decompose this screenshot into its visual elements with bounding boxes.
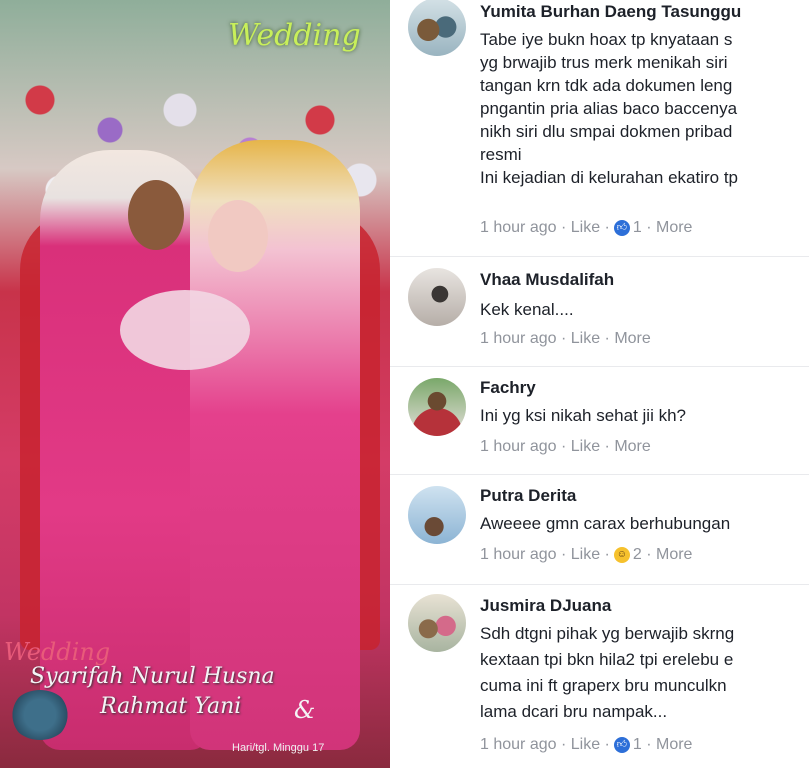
comment-line: nikh siri dlu smpai dokmen pribad [480, 122, 733, 141]
comment-line: Sdh dtgni pihak yg berwajib skrng [480, 624, 735, 643]
comment-meta: 1 hour ago · Like · 👍︎ 1 · More [480, 219, 693, 237]
commenter-name[interactable]: Jusmira DJuana [480, 596, 611, 616]
like-link[interactable]: Like [571, 736, 600, 754]
comments-panel: Yumita Burhan Daeng Tasunggu Tabe iye bu… [390, 0, 809, 768]
timestamp: 1 hour ago [480, 219, 557, 236]
comment-item: Putra Derita Aweeee gmn carax berhubunga… [390, 474, 809, 585]
like-reaction-icon: 👍︎ [613, 220, 630, 236]
wedding-subtitle: Wedding [4, 638, 111, 666]
comment-line: tangan krn tdk ada dokumen leng [480, 76, 733, 95]
avatar[interactable] [408, 486, 466, 544]
comment-line: Kek kenal.... [480, 300, 574, 319]
comment-meta: 1 hour ago · Like · More [480, 438, 651, 456]
bride-name: Syarifah Nurul Husna [30, 664, 275, 689]
reaction-count: 2 [632, 546, 642, 563]
like-link[interactable]: Like [571, 546, 600, 564]
avatar[interactable] [408, 268, 466, 326]
reaction-count: 1 [632, 219, 642, 236]
comment-line: pngantin pria alias baco baccenya [480, 99, 738, 118]
date-text: Hari/tgl. Minggu 17 [232, 742, 325, 754]
haha-reaction-icon: ☺︎ [613, 547, 630, 563]
like-link[interactable]: Like [571, 330, 600, 348]
comment-line: Aweeee gmn carax berhubungan [480, 514, 731, 533]
comment-line: cuma ini ft graperx bru munculkn [480, 676, 727, 695]
comment-meta: 1 hour ago · Like · More [480, 330, 651, 348]
timestamp: 1 hour ago [480, 330, 557, 347]
comment-item: Fachry Ini yg ksi nikah sehat jii kh? 1 … [390, 366, 809, 475]
bouquet [120, 290, 250, 370]
like-reaction-icon: 👍︎ [613, 737, 630, 753]
comment-meta: 1 hour ago · Like · ☺︎ 2 · More [480, 546, 693, 564]
commenter-name[interactable]: Fachry [480, 378, 536, 398]
more-link[interactable]: More [656, 546, 692, 564]
commenter-name[interactable]: Vhaa Musdalifah [480, 270, 614, 290]
comment-meta: 1 hour ago · Like · 👍︎ 1 · More [480, 736, 693, 754]
like-link[interactable]: Like [571, 219, 600, 237]
wedding-title: Wedding [228, 18, 361, 53]
avatar[interactable] [408, 378, 466, 436]
like-link[interactable]: Like [571, 438, 600, 456]
comment-line: Ini kejadian di kelurahan ekatiro tp [480, 168, 738, 187]
more-link[interactable]: More [614, 438, 650, 456]
groom-face [128, 180, 184, 250]
reaction-count: 1 [632, 736, 642, 753]
more-link[interactable]: More [656, 736, 692, 754]
timestamp: 1 hour ago [480, 438, 557, 455]
comment-line: yg brwajib trus merk menikah siri [480, 53, 728, 72]
more-link[interactable]: More [614, 330, 650, 348]
groom-name: Rahmat Yani [100, 694, 242, 719]
comment-line: resmi [480, 145, 522, 164]
timestamp: 1 hour ago [480, 736, 557, 753]
avatar[interactable] [408, 594, 466, 652]
comment-item: Vhaa Musdalifah Kek kenal.... 1 hour ago… [390, 256, 809, 367]
comment-item: Yumita Burhan Daeng Tasunggu Tabe iye bu… [390, 0, 809, 257]
comment-line: lama dcari bru nampak... [480, 702, 668, 721]
comment-line: kextaan tpi bkn hila2 tpi erelebu e [480, 650, 734, 669]
comment-item: Jusmira DJuana Sdh dtgni pihak yg berwaj… [390, 584, 809, 768]
bride-face [208, 200, 268, 272]
rose-decoration [10, 690, 70, 740]
timestamp: 1 hour ago [480, 546, 557, 563]
commenter-name[interactable]: Putra Derita [480, 486, 576, 506]
ampersand: & [294, 696, 316, 724]
more-link[interactable]: More [656, 219, 692, 237]
commenter-name[interactable]: Yumita Burhan Daeng Tasunggu [480, 2, 741, 22]
avatar[interactable] [408, 0, 466, 56]
wedding-photo: Wedding Wedding Syarifah Nurul Husna & R… [0, 0, 390, 768]
comment-line: Ini yg ksi nikah sehat jii kh? [480, 406, 686, 425]
comment-line: Tabe iye bukn hoax tp knyataan s [480, 30, 733, 49]
